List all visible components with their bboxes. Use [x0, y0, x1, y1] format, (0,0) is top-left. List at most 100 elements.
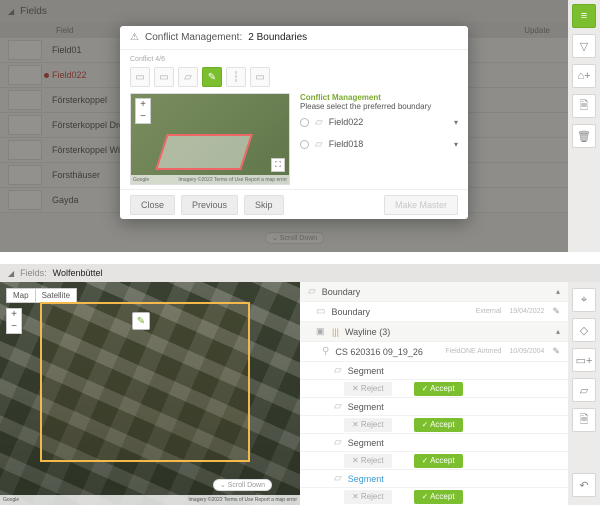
breadcrumb-bar: ◢ Fields: Wolfenbüttel: [0, 264, 600, 282]
conflict-modal: ⚠ Conflict Management: 2 Boundaries Conf…: [120, 26, 468, 219]
rail-button-5[interactable]: ↶: [572, 473, 596, 497]
boundary-item[interactable]: ▭ Boundary External 19/04/2022 ✎: [300, 302, 568, 322]
expand-icon[interactable]: ▣: [316, 326, 326, 337]
rail-button-4[interactable]: 🗑: [572, 124, 596, 148]
rail-button-1[interactable]: ◇: [572, 318, 596, 342]
tool-5[interactable]: ┆: [226, 67, 246, 87]
field-thumb: [8, 115, 42, 135]
segment-icon: ▱: [334, 401, 342, 412]
rail-button-3[interactable]: 🗎: [572, 94, 596, 118]
tool-4-active[interactable]: ✎: [202, 67, 222, 87]
map-attrib-r: Imagery ©2022 Terms of Use Report a map …: [178, 177, 287, 183]
cs-date: 10/09/2004: [509, 348, 544, 355]
shape-icon: ▱: [315, 117, 323, 128]
breadcrumb-a: Fields:: [20, 268, 47, 278]
segment-label: Segment: [348, 366, 384, 376]
chevron-down-icon[interactable]: ▾: [454, 140, 458, 149]
segment-icon: ▱: [334, 365, 342, 376]
segment-item[interactable]: ▱ Segment: [300, 470, 568, 488]
collapse-icon[interactable]: ◢: [8, 7, 14, 16]
segment-icon: ▱: [334, 437, 342, 448]
chevron-down-icon[interactable]: ▾: [454, 118, 458, 127]
segment-item[interactable]: ▱ Segment: [300, 398, 568, 416]
collapse-icon[interactable]: ▴: [556, 287, 560, 296]
radio-icon[interactable]: [300, 140, 309, 149]
accept-button[interactable]: ✓ Accept: [414, 454, 463, 468]
segment-actions: ✕ Reject ✓ Accept: [300, 380, 568, 398]
rail-button-2[interactable]: ⌂+: [572, 64, 596, 88]
satellite-map[interactable]: Map Satellite +− ✎ ⌄ Scroll Down GoogleI…: [0, 282, 300, 505]
edit-icon[interactable]: ✎: [552, 306, 560, 317]
zoom-controls[interactable]: +−: [6, 308, 22, 334]
wayline-label: Wayline (3): [345, 327, 390, 337]
reject-button[interactable]: ✕ Reject: [344, 418, 392, 432]
cs-item[interactable]: ⚲ CS 620316 09_19_26 FieldONE Airtmed 10…: [300, 342, 568, 362]
close-button[interactable]: Close: [130, 195, 175, 215]
rail-button-2[interactable]: ▭+: [572, 348, 596, 372]
rail-button-0[interactable]: ≡: [572, 4, 596, 28]
edit-marker-icon[interactable]: ✎: [132, 312, 150, 330]
segment-actions: ✕ Reject ✓ Accept: [300, 488, 568, 505]
boundary-option[interactable]: ▱ Field018 ▾: [300, 133, 458, 155]
segment-label: Segment: [348, 438, 384, 448]
boundary-group[interactable]: ▱ Boundary ▴: [300, 282, 568, 302]
zoom-controls[interactable]: +−: [135, 98, 151, 124]
choose-header: Conflict Management Please select the pr…: [300, 93, 458, 111]
boundary-label: Boundary: [331, 307, 370, 317]
segment-actions: ✕ Reject ✓ Accept: [300, 452, 568, 470]
boundary-map[interactable]: +− ⛶ Google Imagery ©2022 Terms of Use Re…: [130, 93, 290, 185]
map-mode-satellite[interactable]: Satellite: [36, 288, 77, 303]
edit-icon[interactable]: ✎: [552, 346, 560, 357]
layer-tree: ▱ Boundary ▴ ▭ Boundary External 19/04/2…: [300, 282, 568, 505]
boundary-icon: ▭: [316, 306, 325, 317]
segment-label: Segment: [348, 474, 384, 484]
segment-item[interactable]: ▱ Segment: [300, 362, 568, 380]
field-thumb: [8, 40, 42, 60]
warning-icon: ⚠: [130, 32, 139, 43]
cs-source: FieldONE Airtmed: [445, 348, 501, 355]
reject-button[interactable]: ✕ Reject: [344, 454, 392, 468]
radio-icon[interactable]: [300, 118, 309, 127]
reject-button[interactable]: ✕ Reject: [344, 382, 392, 396]
collapse-icon[interactable]: ◢: [8, 269, 14, 278]
route-icon: ⚲: [322, 346, 329, 357]
reject-button[interactable]: ✕ Reject: [344, 490, 392, 504]
map-mode-map[interactable]: Map: [6, 288, 36, 303]
boundary-head-label: Boundary: [322, 287, 361, 297]
wayline-group[interactable]: ▣ ||| Wayline (3) ▴: [300, 322, 568, 342]
segment-item[interactable]: ▱ Segment: [300, 434, 568, 452]
skip-button[interactable]: Skip: [244, 195, 284, 215]
panel-title: Fields: [20, 6, 47, 17]
make-master-button[interactable]: Make Master: [384, 195, 458, 215]
map-attrib-r: Imagery ©2022 Terms of Use Report a map …: [188, 497, 297, 503]
fullscreen-icon[interactable]: ⛶: [271, 158, 285, 172]
field-thumb: [8, 165, 42, 185]
boundary-option[interactable]: ▱ Field022 ▾: [300, 111, 458, 133]
shape-icon: ▱: [315, 139, 323, 150]
accept-button[interactable]: ✓ Accept: [414, 382, 463, 396]
rail-button-0[interactable]: ⌖: [572, 288, 596, 312]
segment-icon: ▱: [334, 473, 342, 484]
tool-3[interactable]: ▱: [178, 67, 198, 87]
accept-button[interactable]: ✓ Accept: [414, 490, 463, 504]
collapse-icon[interactable]: ▴: [556, 327, 560, 336]
col-update[interactable]: Update: [524, 26, 550, 35]
scroll-down-pill[interactable]: ⌄ Scroll Down: [265, 232, 324, 244]
breadcrumb-b[interactable]: Wolfenbüttel: [53, 268, 103, 278]
scroll-down-pill[interactable]: ⌄ Scroll Down: [213, 479, 272, 491]
tool-2[interactable]: ▭: [154, 67, 174, 87]
field-thumb: [8, 190, 42, 210]
previous-button[interactable]: Previous: [181, 195, 238, 215]
boundary-toolbar: ▭ ▭ ▱ ✎ ┆ ▭: [130, 67, 458, 87]
map-attrib-l: Google: [133, 177, 149, 183]
rail-button-3[interactable]: ▱: [572, 378, 596, 402]
field-thumb: [8, 140, 42, 160]
boundary-source: External: [476, 308, 502, 315]
tool-6[interactable]: ▭: [250, 67, 270, 87]
accept-button[interactable]: ✓ Accept: [414, 418, 463, 432]
rail-button-4[interactable]: 🗎: [572, 408, 596, 432]
rail-button-1[interactable]: ▽: [572, 34, 596, 58]
tool-1[interactable]: ▭: [130, 67, 150, 87]
active-dot-icon: [44, 73, 49, 78]
modal-header: ⚠ Conflict Management: 2 Boundaries: [120, 26, 468, 50]
